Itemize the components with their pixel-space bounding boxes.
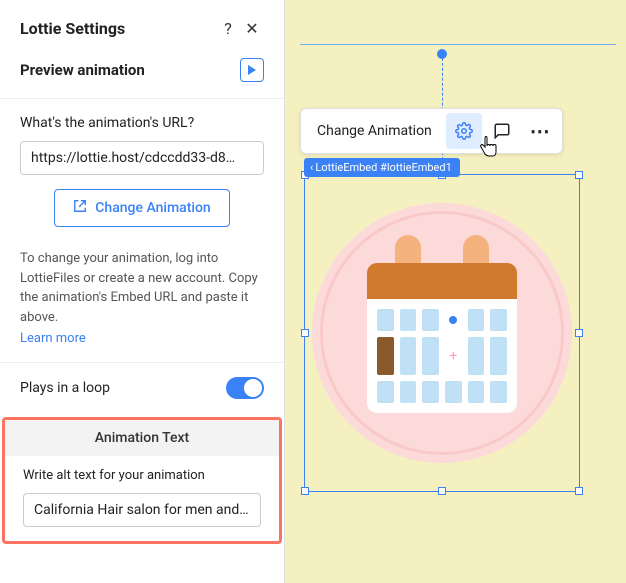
- settings-panel: Lottie Settings ? ✕ Preview animation Wh…: [0, 0, 285, 583]
- element-badge-label: LottieEmbed #lottieEmbed1: [315, 161, 451, 174]
- panel-titlebar: Lottie Settings ? ✕: [0, 0, 284, 50]
- preview-row[interactable]: Preview animation: [0, 50, 284, 99]
- calendar-header: [367, 263, 517, 299]
- resize-handle-mr[interactable]: [575, 329, 583, 337]
- comment-icon[interactable]: [484, 113, 520, 149]
- url-input[interactable]: https://lottie.host/cdccdd33-d8…: [20, 141, 264, 175]
- resize-handle-bm[interactable]: [438, 487, 446, 495]
- alignment-anchor: [437, 49, 447, 59]
- help-icon[interactable]: ?: [216, 16, 240, 40]
- alt-text-section: Write alt text for your animation Califo…: [5, 456, 279, 541]
- more-icon[interactable]: ⋯: [522, 113, 558, 149]
- animation-text-header[interactable]: Animation Text: [5, 420, 279, 456]
- learn-more-link[interactable]: Learn more: [20, 331, 86, 346]
- preview-label: Preview animation: [20, 61, 240, 79]
- selection-box[interactable]: +: [304, 174, 580, 492]
- alt-text-input[interactable]: California Hair salon for men and…: [23, 493, 261, 527]
- help-text: To change your animation, log into Lotti…: [20, 249, 264, 327]
- panel-title: Lottie Settings: [20, 19, 216, 38]
- calendar-icon: +: [367, 263, 517, 413]
- play-icon[interactable]: [240, 58, 264, 82]
- element-badge[interactable]: ‹ LottieEmbed #lottieEmbed1: [304, 158, 460, 177]
- loop-toggle[interactable]: [226, 377, 264, 399]
- alt-question: Write alt text for your animation: [23, 468, 261, 483]
- resize-handle-bl[interactable]: [301, 487, 309, 495]
- external-link-icon: [73, 199, 87, 217]
- animation-text-highlight: Animation Text Write alt text for your a…: [2, 417, 282, 544]
- loop-label: Plays in a loop: [20, 380, 226, 396]
- element-toolbar: Change Animation ⋯: [300, 108, 563, 154]
- calendar-body: +: [367, 299, 517, 413]
- loop-row: Plays in a loop: [0, 363, 284, 413]
- url-section: What's the animation's URL? https://lott…: [0, 99, 284, 249]
- toolbar-change-animation[interactable]: Change Animation: [305, 115, 444, 147]
- close-icon[interactable]: ✕: [240, 16, 264, 40]
- help-section: To change your animation, log into Lotti…: [0, 249, 284, 362]
- resize-handle-br[interactable]: [575, 487, 583, 495]
- canvas-guide-line: [300, 44, 616, 45]
- change-animation-button[interactable]: Change Animation: [54, 189, 229, 227]
- change-animation-label: Change Animation: [95, 200, 210, 216]
- resize-handle-tr[interactable]: [575, 171, 583, 179]
- settings-icon[interactable]: [446, 113, 482, 149]
- resize-handle-ml[interactable]: [301, 329, 309, 337]
- url-question: What's the animation's URL?: [20, 115, 264, 131]
- chevron-left-icon: ‹: [310, 161, 313, 174]
